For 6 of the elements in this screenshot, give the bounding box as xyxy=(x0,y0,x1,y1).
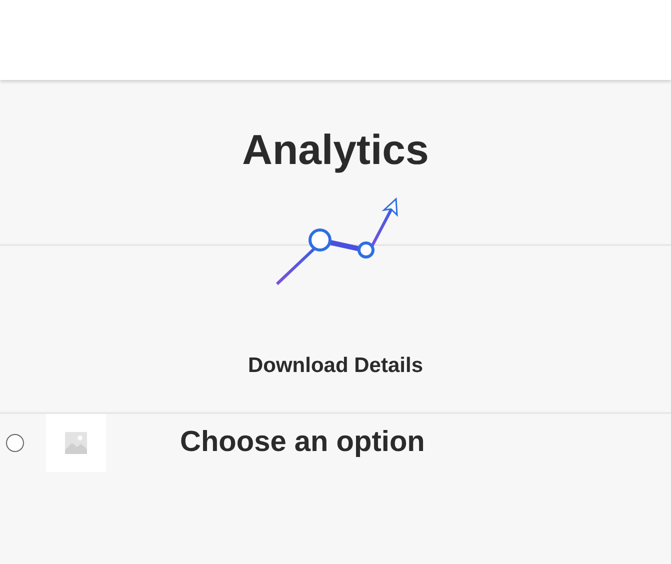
download-details-link[interactable]: Download Details xyxy=(248,350,424,382)
page-title: Analytics xyxy=(242,125,429,175)
radio-button[interactable] xyxy=(6,434,24,452)
trend-chart-icon xyxy=(274,196,400,286)
option-label: Choose an option xyxy=(180,424,425,460)
image-placeholder-icon xyxy=(65,432,87,454)
